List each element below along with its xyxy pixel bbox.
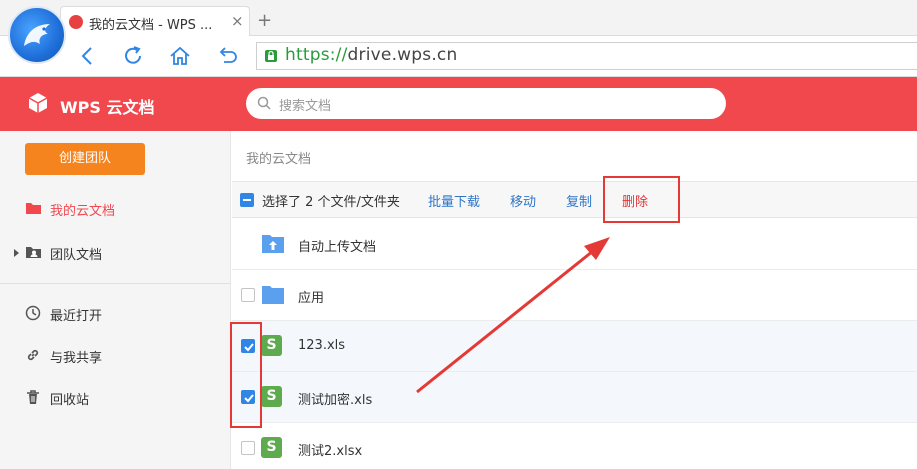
annotation-arrow [416, 237, 610, 394]
